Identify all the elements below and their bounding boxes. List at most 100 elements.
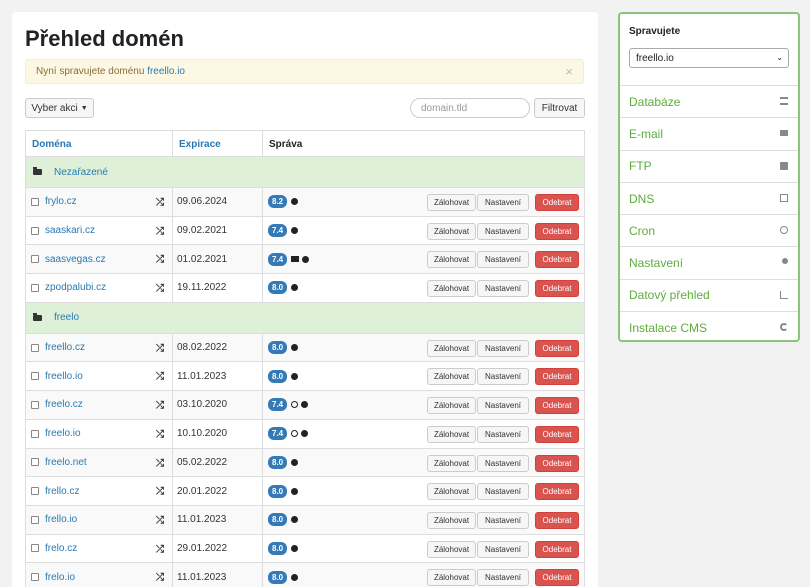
- sidebar-item-dns[interactable]: DNS: [620, 181, 798, 214]
- settings-button[interactable]: Nastavení: [477, 339, 529, 357]
- backup-button[interactable]: Zálohovat: [427, 397, 476, 415]
- globe-icon[interactable]: [291, 198, 299, 206]
- group-name[interactable]: freelo: [54, 312, 79, 323]
- sidebar-item-ftp[interactable]: FTP: [620, 149, 798, 182]
- remove-button[interactable]: Odebrat: [535, 368, 579, 386]
- row-checkbox[interactable]: [31, 515, 39, 524]
- row-checkbox[interactable]: [31, 255, 39, 264]
- shuffle-icon[interactable]: ⤮: [156, 458, 164, 469]
- shuffle-icon[interactable]: ⤮: [156, 254, 164, 265]
- globe-icon[interactable]: [291, 516, 299, 524]
- php-version-badge[interactable]: 7.4: [268, 252, 288, 266]
- shuffle-icon[interactable]: ⤮: [156, 343, 164, 354]
- remove-button[interactable]: Odebrat: [535, 511, 579, 529]
- row-checkbox[interactable]: [31, 573, 39, 582]
- backup-button[interactable]: Zálohovat: [427, 483, 476, 501]
- remove-button[interactable]: Odebrat: [535, 425, 579, 443]
- group-name[interactable]: Nezařazené: [54, 167, 108, 178]
- shuffle-icon[interactable]: ⤮: [156, 515, 164, 526]
- globe-icon[interactable]: [291, 573, 299, 581]
- remove-button[interactable]: Odebrat: [535, 540, 579, 558]
- row-checkbox[interactable]: [31, 197, 39, 206]
- shuffle-icon[interactable]: ⤮: [156, 429, 164, 440]
- domain-link[interactable]: freello.io: [45, 371, 83, 382]
- sidebar-item-gear[interactable]: Nastavení: [620, 246, 798, 278]
- remove-button[interactable]: Odebrat: [535, 339, 579, 357]
- php-version-badge[interactable]: 8.0: [268, 541, 288, 555]
- domain-link[interactable]: saasvegas.cz: [45, 254, 106, 265]
- domain-link[interactable]: saaskari.cz: [45, 225, 95, 236]
- remove-button[interactable]: Odebrat: [535, 397, 579, 415]
- domain-link[interactable]: frello.io: [45, 514, 77, 525]
- column-expiration[interactable]: Expirace: [172, 131, 262, 156]
- shuffle-icon[interactable]: ⤮: [156, 197, 164, 208]
- settings-button[interactable]: Nastavení: [477, 425, 529, 443]
- shuffle-icon[interactable]: ⤮: [156, 226, 164, 237]
- php-version-badge[interactable]: 8.0: [268, 513, 288, 527]
- sidebar-item-clock[interactable]: Cron: [620, 214, 798, 246]
- group-row[interactable]: Nezařazené: [25, 157, 585, 188]
- remove-button[interactable]: Odebrat: [535, 569, 579, 587]
- settings-button[interactable]: Nastavení: [477, 483, 529, 501]
- close-icon[interactable]: ×: [565, 64, 573, 79]
- php-version-badge[interactable]: 8.0: [268, 341, 288, 355]
- globe-icon[interactable]: [291, 544, 299, 552]
- domain-link[interactable]: freelo.cz: [45, 399, 83, 410]
- row-checkbox[interactable]: [31, 487, 39, 496]
- shuffle-icon[interactable]: ⤮: [156, 572, 164, 583]
- shuffle-icon[interactable]: ⤮: [156, 544, 164, 555]
- php-version-badge[interactable]: 8.0: [268, 455, 288, 469]
- row-checkbox[interactable]: [31, 400, 39, 409]
- domain-link[interactable]: freello.cz: [45, 342, 85, 353]
- php-version-badge[interactable]: 8.0: [268, 570, 288, 584]
- group-row[interactable]: freelo: [25, 302, 585, 334]
- settings-button[interactable]: Nastavení: [477, 397, 529, 415]
- shuffle-icon[interactable]: ⤮: [156, 283, 164, 294]
- globe-icon[interactable]: [291, 344, 299, 352]
- domain-link[interactable]: frelo.io: [45, 572, 75, 583]
- column-domain[interactable]: Doména: [25, 131, 172, 156]
- domain-link[interactable]: frello.cz: [45, 486, 79, 497]
- row-checkbox[interactable]: [31, 343, 39, 352]
- backup-button[interactable]: Zálohovat: [427, 511, 476, 529]
- settings-button[interactable]: Nastavení: [477, 194, 529, 211]
- settings-button[interactable]: Nastavení: [477, 251, 529, 269]
- clock-icon[interactable]: [291, 401, 299, 409]
- php-version-badge[interactable]: 8.0: [268, 369, 288, 383]
- settings-button[interactable]: Nastavení: [477, 569, 529, 587]
- row-checkbox[interactable]: [31, 283, 39, 292]
- settings-button[interactable]: Nastavení: [477, 511, 529, 529]
- sidebar-item-chart[interactable]: Datový přehled: [620, 278, 798, 311]
- settings-button[interactable]: Nastavení: [477, 454, 529, 472]
- settings-button[interactable]: Nastavení: [477, 540, 529, 558]
- php-version-badge[interactable]: 7.4: [268, 427, 288, 441]
- shuffle-icon[interactable]: ⤮: [156, 371, 164, 382]
- backup-button[interactable]: Zálohovat: [427, 569, 476, 587]
- domain-link[interactable]: freelo.io: [45, 428, 81, 439]
- row-checkbox[interactable]: [31, 458, 39, 467]
- backup-button[interactable]: Zálohovat: [427, 339, 476, 357]
- mail-icon[interactable]: [291, 256, 300, 263]
- globe-icon[interactable]: [301, 430, 309, 438]
- settings-button[interactable]: Nastavení: [477, 222, 529, 240]
- globe-icon[interactable]: [291, 487, 299, 495]
- backup-button[interactable]: Zálohovat: [427, 540, 476, 558]
- domain-link[interactable]: freelo.net: [45, 457, 87, 468]
- backup-button[interactable]: Zálohovat: [427, 251, 476, 269]
- remove-button[interactable]: Odebrat: [535, 222, 579, 240]
- php-version-badge[interactable]: 7.4: [268, 398, 288, 412]
- sidebar-item-mail[interactable]: E-mail: [620, 117, 798, 149]
- globe-icon[interactable]: [302, 255, 310, 263]
- settings-button[interactable]: Nastavení: [477, 368, 529, 386]
- domain-select[interactable]: freello.io ⌄: [629, 48, 789, 68]
- backup-button[interactable]: Zálohovat: [427, 368, 476, 386]
- remove-button[interactable]: Odebrat: [535, 194, 579, 211]
- remove-button[interactable]: Odebrat: [535, 280, 579, 298]
- bulk-actions-button[interactable]: Vyber akci ▼: [25, 98, 94, 118]
- filter-button[interactable]: Filtrovat: [534, 98, 585, 118]
- sidebar-item-refresh[interactable]: Instalace CMS: [620, 311, 798, 343]
- globe-icon[interactable]: [291, 372, 299, 380]
- backup-button[interactable]: Zálohovat: [427, 194, 476, 211]
- globe-icon[interactable]: [291, 458, 299, 466]
- php-version-badge[interactable]: 8.0: [268, 281, 288, 295]
